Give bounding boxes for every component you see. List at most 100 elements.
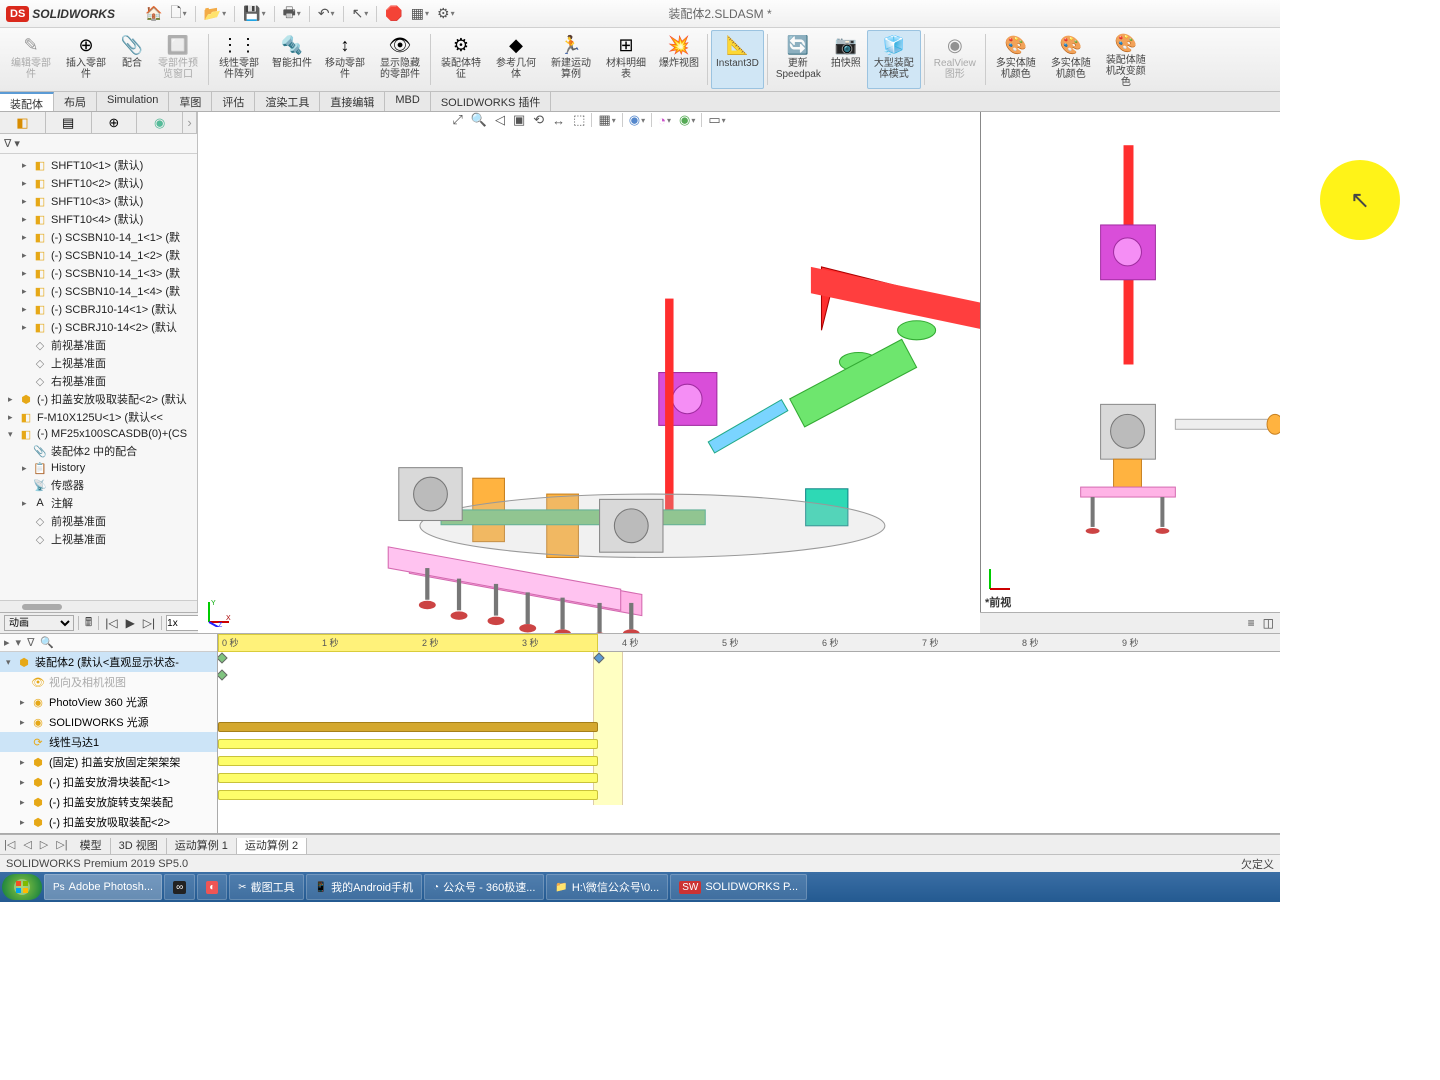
ribbon-移动零部件[interactable]: ↕移动零部件 <box>318 30 372 89</box>
tree-row[interactable]: ▸◧(-) SCSBN10-14_1<3> (默 <box>0 264 197 282</box>
config-tab[interactable]: ⊕ <box>92 112 138 133</box>
section-icon[interactable]: ▣ <box>511 112 527 128</box>
taskbar-button[interactable]: SWSOLIDWORKS P... <box>670 874 807 900</box>
feature-tree-tab[interactable]: ◧ <box>0 112 46 133</box>
ribbon-多实体随机颜色[interactable]: 🎨多实体随机颜色 <box>989 30 1043 89</box>
panel-expand[interactable]: › <box>183 112 197 133</box>
tree-row[interactable]: ▸⬢(-) 扣盖安放吸取装配<2> (默认 <box>0 390 197 408</box>
view-tab[interactable]: 运动算例 2 <box>237 838 307 854</box>
display-tab[interactable]: ◉ <box>137 112 183 133</box>
viewport-icon[interactable]: ▭ <box>706 112 727 128</box>
tree-row[interactable]: ◇前视基准面 <box>0 336 197 354</box>
view-tab[interactable]: 3D 视图 <box>111 838 167 854</box>
tree-filter[interactable]: ∇ ▾ <box>0 134 197 154</box>
expand-all-icon[interactable]: ▸ <box>4 636 10 649</box>
open-icon[interactable]: 📂 <box>204 5 226 22</box>
ribbon-Instant3D[interactable]: 📐Instant3D <box>711 30 764 89</box>
tree-row[interactable]: ▸◧SHFT10<1> (默认) <box>0 156 197 174</box>
taskbar-button[interactable]: ◔公众号 - 360极速... <box>424 874 544 900</box>
view-orient-icon[interactable]: ⬚ <box>571 112 587 128</box>
ribbon-材料明细表[interactable]: ⊞材料明细表 <box>599 30 653 89</box>
taskbar-button[interactable]: PsAdobe Photosh... <box>44 874 162 900</box>
rotate-icon[interactable]: ⟲ <box>531 112 546 128</box>
home-icon[interactable]: 🏠 <box>145 5 162 22</box>
tree-row[interactable]: ▸◧(-) SCSBN10-14_1<2> (默 <box>0 246 197 264</box>
front-viewport[interactable]: *前视 <box>980 112 1280 612</box>
tree-row[interactable]: ▸◧F-M10X125U<1> (默认<< <box>0 408 197 426</box>
ribbon-爆炸视图[interactable]: 💥爆炸视图 <box>654 30 704 89</box>
tree-row[interactable]: ▸◧SHFT10<3> (默认) <box>0 192 197 210</box>
tree-row[interactable]: ◇上视基准面 <box>0 354 197 372</box>
select-icon[interactable]: ↖ <box>352 5 369 22</box>
timeline-tree-row[interactable]: ▸⬢(-) 扣盖安放滑块装配<1> <box>0 772 217 792</box>
play-icon[interactable]: ▶ <box>124 616 137 630</box>
ribbon-配合[interactable]: 📎配合 <box>114 30 150 89</box>
tab-装配体[interactable]: 装配体 <box>0 92 54 111</box>
apply-scene-icon[interactable]: ◉ <box>677 112 697 128</box>
zoom-fit-icon[interactable]: ⤢ <box>450 112 464 128</box>
tree-row[interactable]: ▸◧(-) SCSBN10-14_1<1> (默 <box>0 228 197 246</box>
ribbon-更新Speedpak[interactable]: 🔄更新Speedpak <box>771 30 825 89</box>
tree-row[interactable]: ▸◧SHFT10<4> (默认) <box>0 210 197 228</box>
tab-SOLIDWORKS 插件[interactable]: SOLIDWORKS 插件 <box>431 92 552 111</box>
scrollbar-thumb[interactable] <box>22 604 62 610</box>
tab-first-icon[interactable]: |◁ <box>0 836 19 853</box>
timeline-tree-row[interactable]: ▸◉SOLIDWORKS 光源 <box>0 712 217 732</box>
taskbar-button[interactable]: 📱我的Android手机 <box>306 874 422 900</box>
collapse-all-icon[interactable]: ▾ <box>16 636 22 649</box>
taskbar-button[interactable]: ◐ <box>197 874 227 900</box>
display-style-icon[interactable]: ▦ <box>596 112 617 128</box>
tree-row[interactable]: ▸A注解 <box>0 494 197 512</box>
tree-row[interactable]: ▸📋History <box>0 460 197 476</box>
tree-row[interactable]: ◇右视基准面 <box>0 372 197 390</box>
model-canvas[interactable]: Y X Z <box>198 128 980 633</box>
ribbon-拍快照[interactable]: 📷拍快照 <box>826 30 866 89</box>
tab-Simulation[interactable]: Simulation <box>97 92 169 111</box>
pan-icon[interactable]: ↔ <box>550 113 567 128</box>
tab-last-icon[interactable]: ▷| <box>52 836 71 853</box>
tree-row[interactable]: ◇上视基准面 <box>0 530 197 548</box>
ribbon-装配体特征[interactable]: ⚙装配体特征 <box>434 30 488 89</box>
ribbon-线性零部件阵列[interactable]: ⋮⋮线性零部件阵列 <box>212 30 266 89</box>
collapse-icon[interactable]: ≡ <box>1246 616 1257 630</box>
filter-icon[interactable]: ∇ <box>27 636 34 649</box>
ribbon-智能扣件[interactable]: 🔩智能扣件 <box>267 30 317 89</box>
ribbon-零部件预览窗口[interactable]: 🔲零部件预览窗口 <box>151 30 205 89</box>
property-tab[interactable]: ▤ <box>46 112 92 133</box>
settings-icon[interactable]: ⚙ <box>437 5 455 22</box>
tree-row[interactable]: 📡传感器 <box>0 476 197 494</box>
timeline-tree-row[interactable]: ▸⬢(-) 扣盖安放旋转支架装配 <box>0 792 217 812</box>
view-tab[interactable]: 模型 <box>72 838 111 854</box>
prev-view-icon[interactable]: ◁ <box>493 112 507 128</box>
timeline-tree-row[interactable]: 👁视向及相机视图 <box>0 672 217 692</box>
timeline-tree-row[interactable]: ▸⬢(-) 扣盖安放吸取装配<2> <box>0 812 217 832</box>
tree-row[interactable]: ▾◧(-) MF25x100SCASDB(0)+(CS <box>0 426 197 442</box>
tab-渲染工具[interactable]: 渲染工具 <box>255 92 320 111</box>
play-start-icon[interactable]: |◁ <box>103 616 119 630</box>
timeline-tree-row[interactable]: ▸◉PhotoView 360 光源 <box>0 692 217 712</box>
ribbon-装配体随机改变颜色[interactable]: 🎨装配体随机改变颜色 <box>1099 30 1153 89</box>
motion-mode-select[interactable]: 动画 <box>4 615 74 631</box>
timeline-tree-row[interactable]: ▾⬢装配体2 (默认<直观显示状态- <box>0 652 217 672</box>
ribbon-编辑零部件[interactable]: ✎编辑零部件 <box>4 30 58 89</box>
new-icon[interactable]: 🗋 <box>170 2 186 26</box>
save-icon[interactable]: 💾 <box>243 5 265 22</box>
taskbar-button[interactable]: 📁H:\微信公众号\0... <box>546 874 668 900</box>
ribbon-新建运动算例[interactable]: 🏃新建运动算例 <box>544 30 598 89</box>
start-button[interactable] <box>2 874 42 900</box>
ribbon-大型装配体模式[interactable]: 🧊大型装配体模式 <box>867 30 921 89</box>
tab-直接编辑[interactable]: 直接编辑 <box>320 92 385 111</box>
options-icon[interactable]: ▦ <box>411 5 429 22</box>
ribbon-RealView 图形[interactable]: ◉RealView 图形 <box>928 30 982 89</box>
timeline-tree-row[interactable]: ⟳线性马达1 <box>0 732 217 752</box>
view-tab[interactable]: 运动算例 1 <box>167 838 237 854</box>
edit-appearance-icon[interactable]: ◔ <box>656 113 673 128</box>
rebuild-icon[interactable]: 🛑 <box>385 5 402 22</box>
ribbon-参考几何体[interactable]: ◆参考几何体 <box>489 30 543 89</box>
tab-MBD[interactable]: MBD <box>385 92 430 111</box>
tab-草图[interactable]: 草图 <box>169 92 212 111</box>
ribbon-多实体随机颜色[interactable]: 🎨多实体随机颜色 <box>1044 30 1098 89</box>
undo-icon[interactable]: ↶ <box>318 5 335 22</box>
timeline-tree-row[interactable]: ▸⬢(固定) 扣盖安放固定架架架 <box>0 752 217 772</box>
hide-show-icon[interactable]: ◉ <box>627 112 647 128</box>
